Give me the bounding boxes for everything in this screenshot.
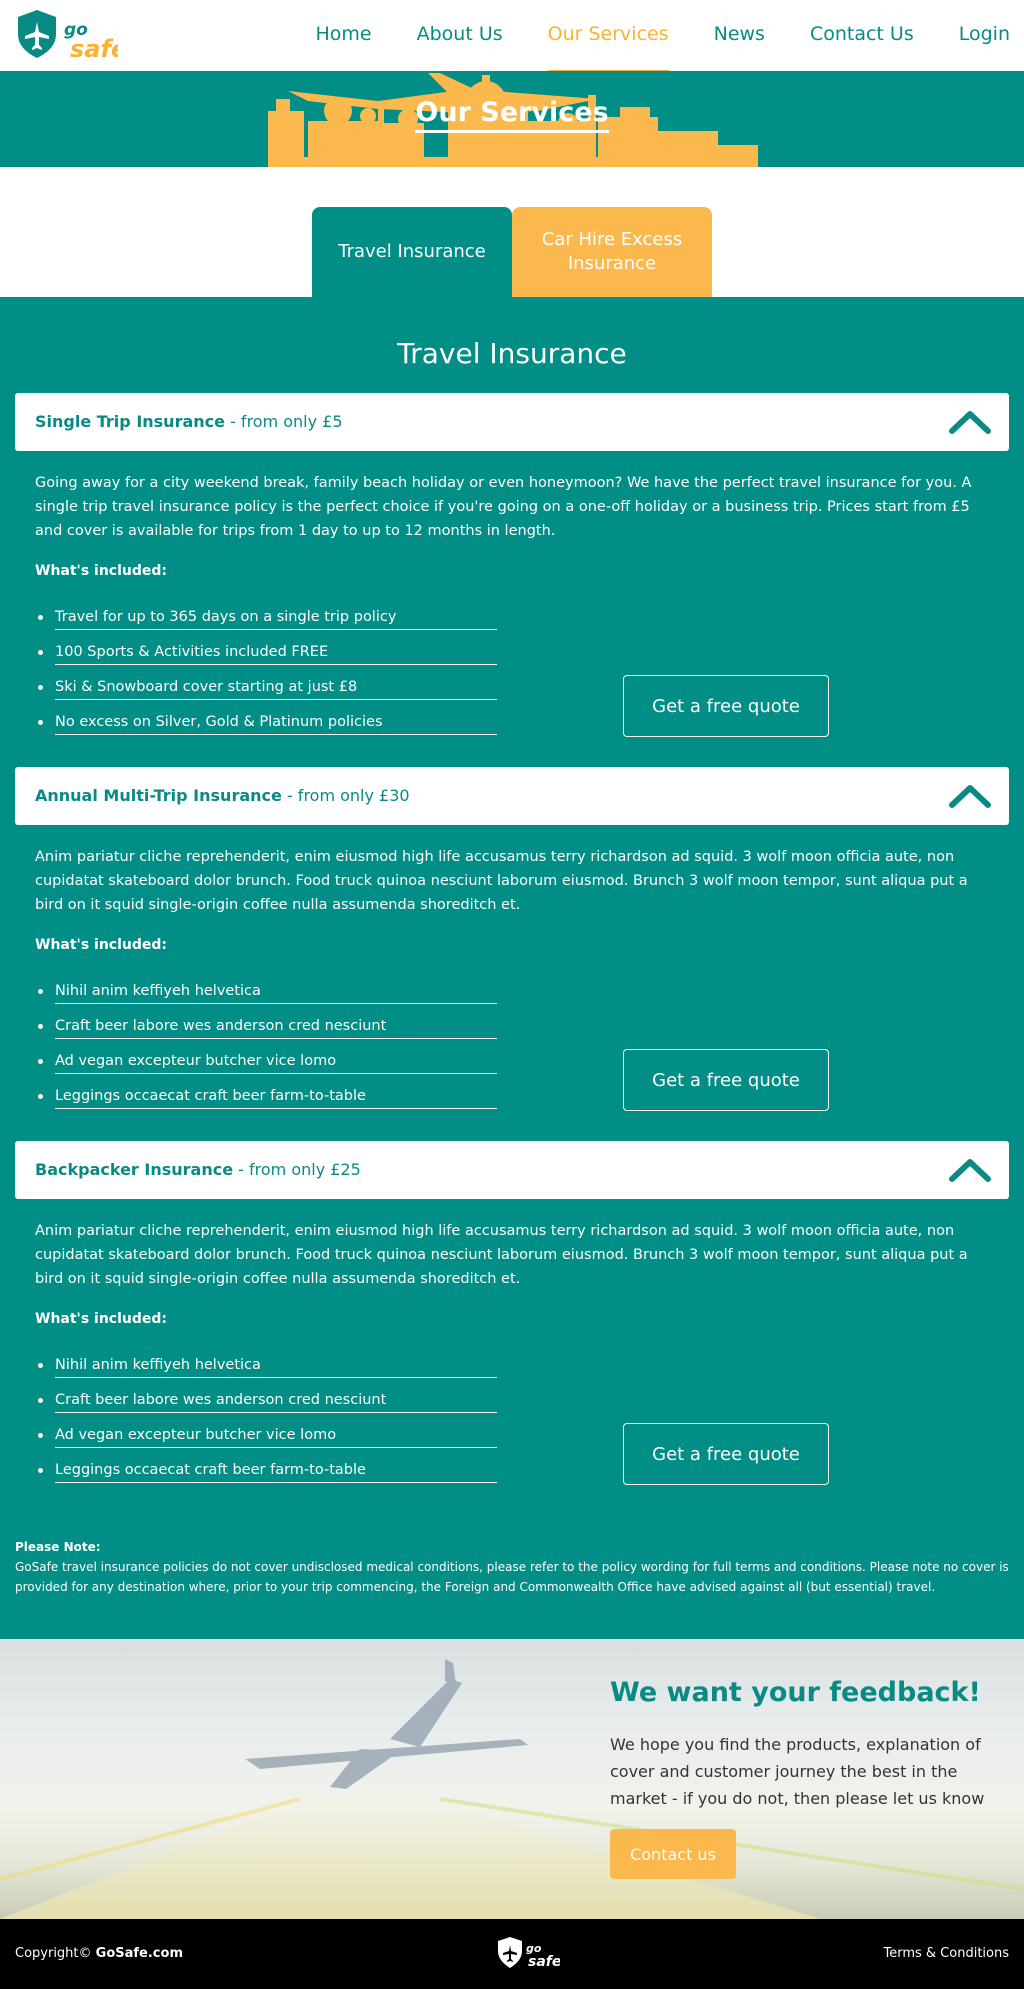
please-note: Please Note: GoSafe travel insurance pol… (15, 1537, 1009, 1597)
section-title: Travel Insurance (397, 337, 627, 370)
product-name: Backpacker Insurance (35, 1160, 234, 1179)
list-item: Leggings occaecat craft beer farm-to-tab… (35, 1452, 497, 1487)
list-item: Travel for up to 365 days on a single tr… (35, 599, 497, 634)
insurance-tabs: Travel Insurance Car Hire Excess Insuran… (0, 167, 1024, 297)
list-item: Ad vegan excepteur butcher vice lomo (35, 1417, 497, 1452)
included-label: What's included: (35, 563, 168, 579)
product-price: - from only £30 (281, 786, 410, 805)
accordion-header-single-trip[interactable]: Single Trip Insurance - from only £5 (15, 393, 1009, 451)
accordion-header-annual-multi-trip[interactable]: Annual Multi-Trip Insurance - from only … (15, 767, 1009, 825)
get-quote-button-annual-multi-trip[interactable]: Get a free quote (623, 1049, 829, 1111)
list-item: Nihil anim keffiyeh helvetica (35, 973, 497, 1008)
product-name: Single Trip Insurance (35, 412, 225, 431)
nav-our-services[interactable]: Our Services (547, 0, 669, 74)
page-title: Our Services (0, 97, 1024, 133)
list-item: Ad vegan excepteur butcher vice lomo (35, 1043, 497, 1078)
chevron-up-icon[interactable] (949, 409, 991, 435)
gosafe-footer-logo[interactable]: go safe (496, 1935, 560, 1971)
get-quote-button-backpacker[interactable]: Get a free quote (623, 1423, 829, 1485)
included-label: What's included: (35, 937, 168, 953)
list-item: Leggings occaecat craft beer farm-to-tab… (35, 1078, 497, 1113)
contact-us-button[interactable]: Contact us (610, 1829, 736, 1879)
nav-login[interactable]: Login (959, 0, 1010, 71)
terms-link[interactable]: Terms & Conditions (884, 1946, 1010, 1961)
included-list: Nihil anim keffiyeh helvetica Craft beer… (35, 973, 497, 1113)
accordion-header-backpacker[interactable]: Backpacker Insurance - from only £25 (15, 1141, 1009, 1199)
copyright: Copyright© GoSafe.com (15, 1946, 183, 1961)
list-item: Ski & Snowboard cover starting at just £… (35, 669, 497, 704)
tab-car-hire-excess-insurance[interactable]: Car Hire Excess Insurance (512, 207, 712, 297)
chevron-up-icon[interactable] (949, 1157, 991, 1183)
list-item: Nihil anim keffiyeh helvetica (35, 1347, 497, 1382)
product-price: - from only £25 (233, 1160, 361, 1179)
accordion-body-annual-multi-trip: Anim pariatur cliche reprehenderit, enim… (35, 845, 995, 1113)
site-header: go safe Home About Us Our Services News … (0, 0, 1024, 74)
included-label: What's included: (35, 1311, 168, 1327)
list-item: No excess on Silver, Gold & Platinum pol… (35, 704, 497, 739)
travel-insurance-section: Travel Insurance Single Trip Insurance -… (0, 297, 1024, 1639)
get-quote-button-single-trip[interactable]: Get a free quote (623, 675, 829, 737)
nav-news[interactable]: News (714, 0, 765, 71)
included-list: Travel for up to 365 days on a single tr… (35, 599, 497, 739)
nav-about-us[interactable]: About Us (417, 0, 503, 71)
site-footer: Copyright© GoSafe.com go safe Terms & Co… (0, 1919, 1024, 1989)
feedback-text: We hope you find the products, explanati… (610, 1735, 985, 1808)
list-item: Craft beer labore wes anderson cred nesc… (35, 1382, 497, 1417)
svg-text:safe: safe (528, 1954, 560, 1970)
product-description: Anim pariatur cliche reprehenderit, enim… (35, 1223, 968, 1287)
product-description: Anim pariatur cliche reprehenderit, enim… (35, 849, 968, 913)
product-name: Annual Multi-Trip Insurance (35, 786, 282, 805)
note-label: Please Note: (15, 1540, 101, 1554)
product-price: - from only £5 (224, 412, 343, 431)
shield-plane-icon: go safe (18, 10, 127, 63)
nav-home[interactable]: Home (316, 0, 372, 71)
tab-travel-insurance[interactable]: Travel Insurance (312, 207, 512, 297)
nav-contact-us[interactable]: Contact Us (810, 0, 914, 71)
product-description: Going away for a city weekend break, fam… (35, 475, 972, 539)
hero-banner: Our Services (0, 71, 1024, 167)
main-nav: Home About Us Our Services News Contact … (271, 0, 1010, 74)
list-item: Craft beer labore wes anderson cred nesc… (35, 1008, 497, 1043)
list-item: 100 Sports & Activities included FREE (35, 634, 497, 669)
feedback-title: We want your feedback! (610, 1677, 981, 1708)
chevron-up-icon[interactable] (949, 783, 991, 809)
gosafe-logo[interactable]: go safe (14, 8, 127, 64)
accordion-body-single-trip: Going away for a city weekend break, fam… (35, 471, 995, 739)
feedback-section: We want your feedback! We hope you find … (0, 1639, 1024, 1919)
accordion-body-backpacker: Anim pariatur cliche reprehenderit, enim… (35, 1219, 995, 1487)
included-list: Nihil anim keffiyeh helvetica Craft beer… (35, 1347, 497, 1487)
svg-text:safe: safe (70, 35, 118, 63)
note-text: GoSafe travel insurance policies do not … (15, 1560, 1009, 1594)
